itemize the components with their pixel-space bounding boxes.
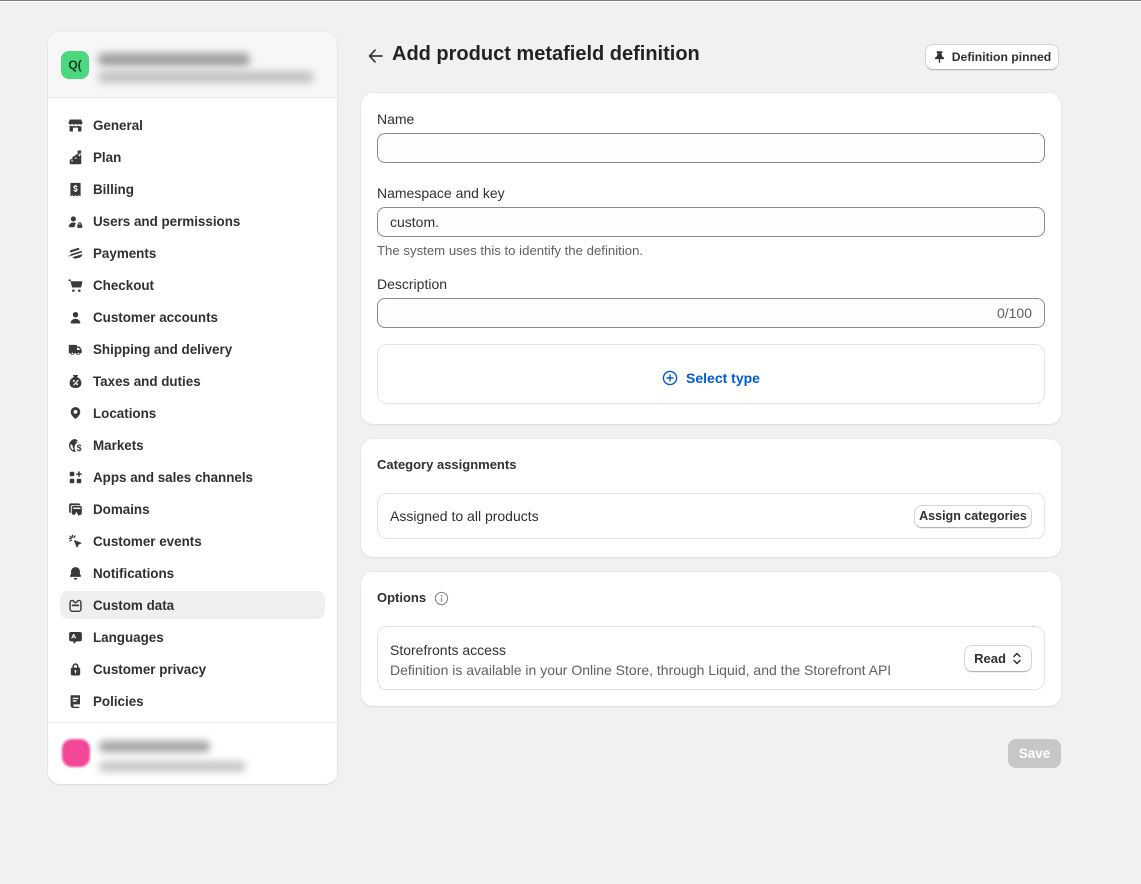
- svg-text:$: $: [77, 442, 82, 452]
